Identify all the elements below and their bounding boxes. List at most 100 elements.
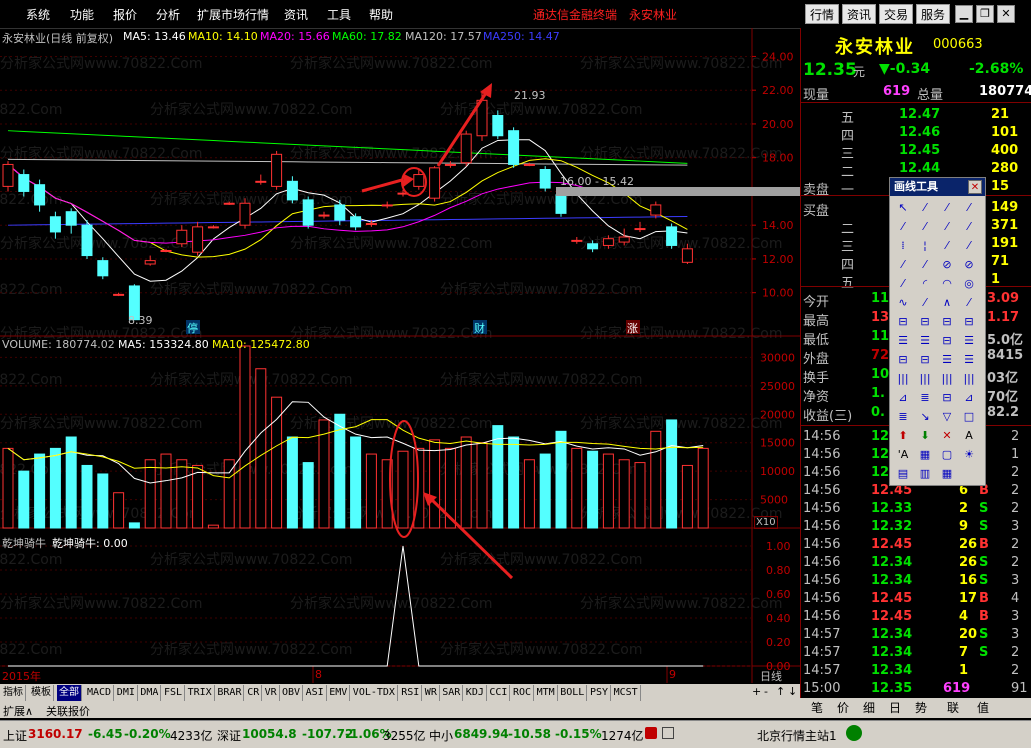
draw-tool-icon[interactable]: ✕ bbox=[938, 427, 956, 445]
indicator-tab-cr[interactable]: CR bbox=[245, 685, 263, 701]
volume-bar[interactable] bbox=[476, 442, 488, 529]
draw-tool-icon[interactable]: ⊟ bbox=[916, 351, 934, 369]
vol-multiplier[interactable]: X10 bbox=[754, 516, 778, 529]
volume-bar[interactable] bbox=[49, 447, 61, 529]
volume-bar[interactable] bbox=[113, 492, 125, 529]
volume-bar[interactable] bbox=[18, 470, 30, 529]
candle-body[interactable] bbox=[681, 248, 693, 263]
candle-body[interactable] bbox=[302, 199, 314, 226]
candle-body[interactable] bbox=[460, 133, 472, 164]
candle-body[interactable] bbox=[113, 293, 125, 296]
volume-bar[interactable] bbox=[571, 447, 583, 529]
candle-body[interactable] bbox=[144, 260, 156, 265]
tag-ting[interactable]: 停 bbox=[187, 321, 198, 335]
indicator-tab-trix[interactable]: TRIX bbox=[186, 685, 215, 701]
candle-body[interactable] bbox=[571, 239, 583, 242]
draw-tool-icon[interactable]: ☰ bbox=[894, 332, 912, 350]
candle-body[interactable] bbox=[539, 169, 551, 189]
draw-tool-icon[interactable] bbox=[960, 465, 978, 483]
server-name[interactable]: 北京行情主站1 bbox=[757, 727, 837, 744]
indicator-tab-dmi[interactable]: DMI bbox=[115, 685, 138, 701]
draw-tool-icon[interactable]: ⁄ bbox=[916, 256, 934, 274]
draw-tool-icon[interactable]: ⁄ bbox=[916, 218, 934, 236]
draw-tool-icon[interactable]: ⁄ bbox=[960, 218, 978, 236]
candle-body[interactable] bbox=[223, 202, 235, 205]
volume-bar[interactable] bbox=[81, 464, 93, 529]
draw-tool-icon[interactable]: ▤ bbox=[894, 465, 912, 483]
indicator-tab-roc[interactable]: ROC bbox=[511, 685, 535, 701]
down-button[interactable]: ↓ bbox=[788, 685, 797, 698]
draw-tool-icon[interactable]: ⬆ bbox=[894, 427, 912, 445]
indicator-tab-boll[interactable]: BOLL bbox=[558, 685, 588, 701]
service-button[interactable]: 服务 bbox=[916, 4, 950, 24]
draw-tool-icon[interactable]: ◎ bbox=[960, 275, 978, 293]
tab-jia[interactable]: 价 bbox=[830, 700, 856, 716]
draw-tool-icon[interactable]: ⊟ bbox=[894, 351, 912, 369]
indicator-tab-macd[interactable]: MACD bbox=[85, 685, 115, 701]
draw-tool-icon[interactable]: ▽ bbox=[938, 408, 956, 426]
draw-tool-icon[interactable]: ☰ bbox=[916, 332, 934, 350]
tab-xi[interactable]: 细 bbox=[856, 700, 882, 716]
volume-bar[interactable] bbox=[397, 450, 409, 529]
indicator-tab-asi[interactable]: ASI bbox=[304, 685, 327, 701]
tag-zhang[interactable]: 涨 bbox=[627, 322, 638, 335]
draw-tools-panel[interactable]: 画线工具 ✕ ↖ ⁄ ⁄ ⁄ ⁄ ⁄ ⁄ ⁄ ⁞ ¦ ⁄ ⁄ ⁄ ⁄ ⊘ ⊘ ⁄ ◜ ◠ ◎ ∿ ⁄ ∧ ⁄ ⊟ ⊟ ⊟ ⊟ ☰ ☰ ⊟ ☰ ⊟… bbox=[889, 177, 986, 486]
zoom-out-button[interactable]: - bbox=[764, 685, 768, 698]
volume-bar[interactable] bbox=[239, 345, 251, 529]
candle-body[interactable] bbox=[634, 228, 646, 231]
tab-extend[interactable]: 扩展∧ bbox=[3, 703, 33, 719]
draw-tool-icon[interactable]: ⊟ bbox=[938, 332, 956, 350]
draw-tool-icon[interactable]: ⁄ bbox=[894, 275, 912, 293]
draw-tool-icon[interactable]: ⁄ bbox=[894, 218, 912, 236]
volume-bar[interactable] bbox=[634, 462, 646, 529]
indicator-tab-模板[interactable]: 模板 bbox=[29, 685, 54, 701]
candle-body[interactable] bbox=[255, 180, 267, 183]
indicator-tab-fsl[interactable]: FSL bbox=[162, 685, 186, 701]
draw-tool-icon[interactable]: ⬇ bbox=[916, 427, 934, 445]
draw-tool-icon[interactable]: ⁄ bbox=[960, 294, 978, 312]
up-button[interactable]: ↑ bbox=[776, 685, 785, 698]
draw-tool-icon[interactable]: ∧ bbox=[938, 294, 956, 312]
candle-body[interactable] bbox=[666, 226, 678, 246]
menu-analysis[interactable]: 分析 bbox=[156, 6, 180, 23]
candle-body[interactable] bbox=[429, 167, 441, 199]
candle-body[interactable] bbox=[650, 204, 662, 216]
draw-tool-icon[interactable]: ▦ bbox=[938, 465, 956, 483]
draw-tool-icon[interactable]: ¦ bbox=[916, 237, 934, 255]
draw-tool-icon[interactable]: ⁄ bbox=[938, 237, 956, 255]
candle-body[interactable] bbox=[413, 174, 425, 187]
draw-tool-icon[interactable]: ⁄ bbox=[916, 294, 934, 312]
draw-tool-icon[interactable]: ◜ bbox=[916, 275, 934, 293]
volume-bar[interactable] bbox=[2, 447, 14, 529]
volume-bar[interactable] bbox=[65, 436, 77, 529]
draw-tool-icon[interactable]: ||| bbox=[960, 370, 978, 388]
draw-tool-icon[interactable]: ⊟ bbox=[938, 313, 956, 331]
draw-tool-icon[interactable]: ⁄ bbox=[916, 199, 934, 217]
draw-tool-icon[interactable]: ||| bbox=[916, 370, 934, 388]
candle-body[interactable] bbox=[587, 243, 599, 250]
volume-bar[interactable] bbox=[271, 396, 283, 529]
volume-bar[interactable] bbox=[144, 459, 156, 529]
volume-bar[interactable] bbox=[286, 436, 298, 529]
indicator-tab-mtm[interactable]: MTM bbox=[535, 685, 558, 701]
draw-tool-icon[interactable]: ☰ bbox=[960, 351, 978, 369]
candle-body[interactable] bbox=[97, 260, 109, 277]
tag-cai[interactable]: 财 bbox=[474, 321, 485, 335]
draw-tool-icon[interactable]: ▥ bbox=[916, 465, 934, 483]
draw-tool-icon[interactable]: ☰ bbox=[960, 332, 978, 350]
indicator-tab-obv[interactable]: OBV bbox=[280, 685, 304, 701]
volume-bar[interactable] bbox=[350, 436, 362, 529]
kline-chart[interactable]: 分析家公式网www.70822.Com 分析家公式网www.70822.Com 分析… bbox=[0, 28, 800, 683]
menu-tools[interactable]: 工具 bbox=[327, 6, 351, 23]
indicator-tab-dma[interactable]: DMA bbox=[138, 685, 162, 701]
draw-tool-icon[interactable]: ⁄ bbox=[960, 199, 978, 217]
minimize-icon[interactable]: ▁ bbox=[955, 5, 973, 23]
candle-body[interactable] bbox=[508, 130, 520, 165]
news-button[interactable]: 资讯 bbox=[842, 4, 876, 24]
candle-body[interactable] bbox=[176, 229, 188, 245]
menu-news[interactable]: 资讯 bbox=[284, 6, 308, 23]
draw-tool-icon[interactable]: ⊿ bbox=[894, 389, 912, 407]
draw-tool-icon[interactable]: ⊟ bbox=[894, 313, 912, 331]
candle-body[interactable] bbox=[602, 238, 614, 246]
volume-bar[interactable] bbox=[429, 439, 441, 529]
